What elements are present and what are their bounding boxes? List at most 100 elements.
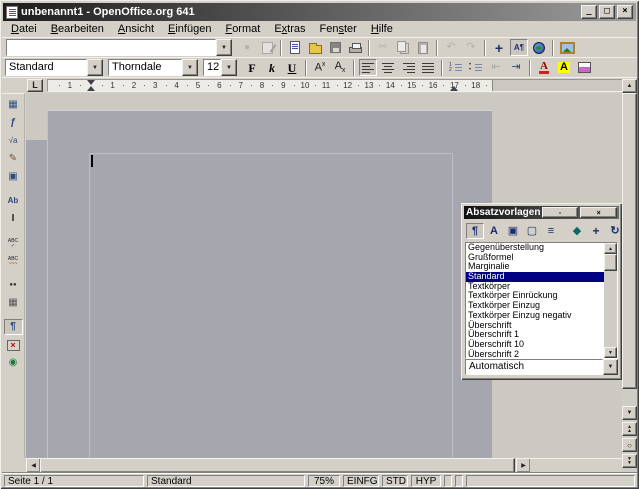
style-list-scrollbar[interactable]: ▲ ▼	[604, 243, 617, 358]
find-replace-icon[interactable]: ●●	[4, 277, 23, 293]
next-page-button[interactable]: ▼▼	[622, 454, 637, 468]
document-page[interactable]	[47, 110, 492, 458]
subscript-button[interactable]: Ax	[331, 59, 349, 76]
previous-page-button[interactable]: ▲▲	[622, 422, 637, 436]
align-justify-button[interactable]	[419, 59, 437, 76]
ruler-number: 9	[281, 82, 285, 90]
page-styles-icon[interactable]: ▢	[523, 223, 541, 239]
graphics-toggle-icon[interactable]: ×	[4, 337, 23, 353]
character-styles-icon[interactable]: A	[485, 223, 503, 239]
close-button[interactable]: ×	[617, 5, 633, 19]
form-functions-icon[interactable]: ▣	[4, 169, 23, 185]
stylist-icon[interactable]: A¶	[510, 39, 528, 56]
horizontal-scrollbar[interactable]: ◀ ▶	[26, 458, 530, 473]
minimize-button[interactable]: _	[581, 5, 597, 19]
bold-button[interactable]: F	[243, 59, 261, 76]
right-indent-marker[interactable]	[450, 86, 458, 91]
spellcheck-icon[interactable]: ABC✓	[4, 235, 23, 251]
stick-button[interactable]: ▫	[542, 207, 579, 218]
menu-datei[interactable]: Datei	[4, 22, 44, 36]
data-sources-icon[interactable]: ▦	[4, 295, 23, 311]
numbering-button[interactable]	[447, 59, 465, 76]
font-name-dropdown-button[interactable]: ▼	[182, 59, 198, 76]
direct-cursor-icon[interactable]: I	[4, 211, 23, 227]
insert-objects-icon[interactable]: √a	[4, 133, 23, 149]
scroll-down-button[interactable]: ▼	[622, 406, 637, 420]
font-size-dropdown-button[interactable]: ▼	[221, 59, 237, 76]
ruler-dot	[59, 85, 60, 86]
menu-einfuegen[interactable]: Einfügen	[161, 22, 218, 36]
hyperlink-mode-indicator[interactable]: HYP	[411, 475, 441, 487]
menu-bearbeiten[interactable]: Bearbeiten	[44, 22, 111, 36]
selection-mode-indicator[interactable]: STD	[382, 475, 408, 487]
draw-functions-icon[interactable]: ✎	[4, 151, 23, 167]
fill-format-icon[interactable]: ◆	[568, 223, 586, 239]
horizontal-ruler[interactable]: 1123456789101112131415161718	[47, 79, 624, 92]
style-filter-value[interactable]: Automatisch	[465, 359, 603, 375]
paste-icon	[414, 39, 432, 56]
stylist-title-bar[interactable]: Absatzvorlagen ▫×	[464, 206, 619, 219]
font-size-value[interactable]: 12	[203, 59, 221, 76]
autotext-icon[interactable]: Ab	[4, 193, 23, 209]
superscript-button[interactable]: Ax	[311, 59, 329, 76]
tab-type-selector[interactable]: L	[27, 79, 43, 92]
online-layout-icon[interactable]: ◉	[4, 355, 23, 371]
print-icon[interactable]	[346, 39, 364, 56]
increase-indent-button[interactable]: ⇥	[507, 59, 525, 76]
scrollbar-thumb[interactable]	[622, 93, 637, 389]
first-line-indent-marker[interactable]	[87, 80, 95, 85]
paragraph-styles-icon[interactable]: ¶	[466, 223, 484, 239]
url-dropdown-button[interactable]: ▼	[216, 39, 232, 56]
italic-button[interactable]: k	[263, 59, 281, 76]
open-icon[interactable]	[306, 39, 324, 56]
numbering-styles-icon[interactable]: ≡	[542, 223, 560, 239]
scroll-up-button[interactable]: ▲	[604, 243, 617, 254]
page-indicator[interactable]: Seite 1 / 1	[4, 475, 144, 487]
insert-fields-icon[interactable]: ƒ	[4, 115, 23, 131]
update-style-icon[interactable]: ↻	[606, 223, 624, 239]
underline-button[interactable]: U	[283, 59, 301, 76]
scroll-left-button[interactable]: ◀	[26, 458, 41, 473]
highlight-button[interactable]: A	[555, 59, 573, 76]
style-filter-dropdown-button[interactable]: ▼	[603, 359, 618, 375]
menu-hilfe[interactable]: Hilfe	[364, 22, 400, 36]
insert-icon[interactable]: ▦	[4, 97, 23, 113]
auto-spellcheck-icon[interactable]: ABC~~~	[4, 253, 23, 269]
navigator-icon[interactable]: +	[490, 39, 508, 56]
menu-ansicht[interactable]: Ansicht	[111, 22, 161, 36]
navigation-button[interactable]: ○	[622, 438, 637, 452]
bullets-button[interactable]	[467, 59, 485, 76]
ruler-dot	[187, 85, 188, 86]
nonprinting-characters-icon[interactable]: ¶	[4, 319, 23, 335]
frame-styles-icon[interactable]: ▣	[504, 223, 522, 239]
scroll-up-button[interactable]: ▲	[622, 79, 637, 93]
scrollbar-thumb[interactable]	[40, 458, 515, 473]
maximize-button[interactable]: □	[599, 5, 615, 19]
gallery-icon[interactable]	[558, 39, 576, 56]
hyperlink-dialog-icon[interactable]	[530, 39, 548, 56]
close-button[interactable]: ×	[580, 207, 617, 218]
font-color-button[interactable]: A	[535, 59, 553, 76]
left-indent-marker[interactable]	[87, 86, 95, 91]
new-document-icon[interactable]	[286, 39, 304, 56]
scrollbar-thumb[interactable]	[604, 254, 617, 271]
align-left-button[interactable]	[359, 59, 377, 76]
menu-format[interactable]: Format	[218, 22, 267, 36]
font-name-value[interactable]: Thorndale	[108, 59, 182, 76]
new-style-from-selection-icon[interactable]: +	[587, 223, 605, 239]
scroll-right-button[interactable]: ▶	[516, 458, 531, 473]
paragraph-style-dropdown-button[interactable]: ▼	[87, 59, 103, 76]
paragraph-background-button[interactable]	[575, 59, 593, 76]
vertical-scrollbar[interactable]: ▲ ▼ ▲▲ ○ ▼▼	[622, 79, 637, 473]
paragraph-style-value[interactable]: Standard	[5, 59, 87, 76]
align-center-button[interactable]	[379, 59, 397, 76]
url-input[interactable]	[6, 39, 216, 56]
scroll-down-button[interactable]: ▼	[604, 347, 617, 358]
style-list-item[interactable]: Überschrift 2	[466, 350, 617, 359]
page-style-indicator[interactable]: Standard	[147, 475, 305, 487]
menu-extras[interactable]: Extras	[267, 22, 312, 36]
insert-mode-indicator[interactable]: EINFG	[343, 475, 379, 487]
align-right-button[interactable]	[399, 59, 417, 76]
zoom-indicator[interactable]: 75%	[308, 475, 340, 487]
menu-fenster[interactable]: Fenster	[313, 22, 364, 36]
